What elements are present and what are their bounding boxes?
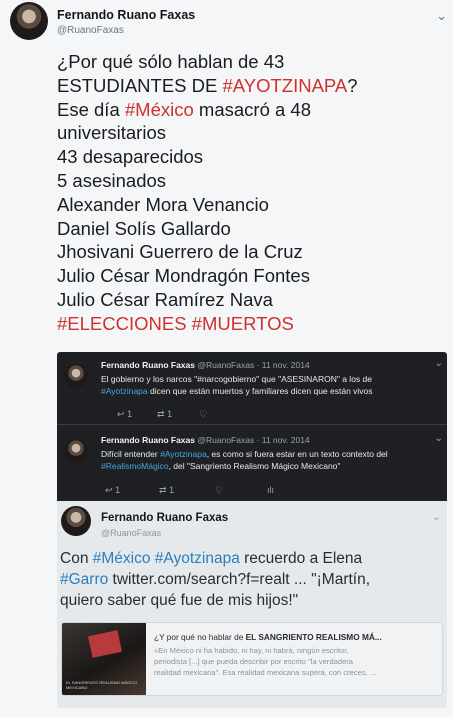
tweet-line: ESTUDIANTES DE #AYOTZINAPA?: [57, 74, 442, 98]
link-card[interactable]: EL SANGRIENTO REALISMO MÁGICO MEXICANO ¿…: [61, 622, 443, 696]
tweet-line: Jhosivani Guerrero de la Cruz: [57, 241, 303, 263]
quoted-avatar: [64, 364, 88, 388]
link-card-title: ¿Y por qué no hablar de EL SANGRIENTO RE…: [154, 632, 382, 642]
author-name[interactable]: Fernando Ruano Faxas: [57, 8, 195, 22]
tweet-line: 43 desaparecidos: [57, 146, 204, 168]
tweet-line: 5 asesinados: [57, 169, 167, 191]
tweet-text-segment: masacró a 48: [193, 98, 312, 120]
quoted-tweet-2: Fernando Ruano Faxas @RuanoFaxas · 11 no…: [57, 424, 447, 501]
quoted-avatar: [64, 439, 88, 463]
retweet-author-name[interactable]: Fernando Ruano Faxas: [101, 512, 228, 524]
quoted-text: El gobierno y los narcos "#narcogobierno…: [101, 374, 373, 396]
chevron-down-icon[interactable]: ⌄: [432, 510, 441, 523]
chevron-down-icon[interactable]: ⌄: [435, 433, 443, 444]
retweet-avatar[interactable]: [61, 506, 91, 536]
attached-screenshot[interactable]: Fernando Ruano Faxas @RuanoFaxas · 11 no…: [57, 352, 447, 708]
reply-icon[interactable]: ↩ 1: [105, 485, 159, 496]
retweet-icon[interactable]: ⇄ 1: [159, 485, 215, 496]
link-card-description: «En México ni ha habido, ni hay, ni habr…: [154, 646, 377, 677]
tweet-text-segment: ESTUDIANTES DE: [57, 74, 223, 96]
hashtag-link[interactable]: #México: [125, 99, 194, 120]
tweet-line: #ELECCIONES #MUERTOS: [57, 312, 442, 336]
quoted-actions: ↩ 1 ⇄ 1 ♡ ılı: [105, 485, 287, 496]
retweet-icon[interactable]: ⇄ 1: [157, 409, 199, 420]
chevron-down-icon[interactable]: ⌄: [436, 8, 447, 24]
like-icon[interactable]: ♡: [215, 485, 267, 496]
quoted-actions: ↩ 1 ⇄ 1 ♡: [117, 409, 229, 420]
quoted-author: Fernando Ruano Faxas @RuanoFaxas · 11 no…: [101, 435, 310, 445]
like-icon[interactable]: ♡: [199, 409, 229, 420]
tweet-line: Daniel Solís Gallardo: [57, 217, 231, 239]
tweet-text-segment: ?: [347, 74, 358, 96]
tweet-line: universitarios: [57, 122, 166, 144]
hashtag-link[interactable]: #ELECCIONES #MUERTOS: [57, 313, 294, 334]
tweet-text: ¿Por qué sólo hablan de 43 ESTUDIANTES DE…: [57, 50, 442, 336]
quoted-text: Difícil entender #Ayotzinapa, es como si…: [101, 449, 388, 471]
retweet-author-handle[interactable]: @RuanoFaxas: [101, 528, 161, 538]
tweet-card[interactable]: Fernando Ruano Faxas @RuanoFaxas ⌄ ¿Por …: [0, 0, 453, 717]
hashtag-link[interactable]: #AYOTZINAPA: [223, 75, 348, 96]
author-avatar[interactable]: [10, 2, 48, 40]
tweet-line: ¿Por qué sólo hablan de 43: [57, 51, 285, 72]
reply-icon[interactable]: ↩ 1: [117, 409, 157, 420]
link-card-image: EL SANGRIENTO REALISMO MÁGICO MEXICANO: [62, 623, 146, 695]
tweet-line: Julio César Mondragón Fontes: [57, 265, 310, 287]
tweet-line: Julio César Ramírez Nava: [57, 288, 273, 310]
author-handle[interactable]: @RuanoFaxas: [57, 25, 124, 36]
chevron-down-icon[interactable]: ⌄: [435, 358, 443, 369]
quoted-author: Fernando Ruano Faxas @RuanoFaxas · 11 no…: [101, 360, 310, 370]
tweet-text-segment: Ese día: [57, 98, 125, 120]
tweet-line: Alexander Mora Venancio: [57, 193, 269, 215]
tweet-line: Ese día #México masacró a 48: [57, 98, 442, 122]
retweet-text: Con #México #Ayotzinapa recuerdo a Elena…: [60, 550, 371, 609]
quoted-tweet-1: Fernando Ruano Faxas @RuanoFaxas · 11 no…: [57, 352, 447, 424]
stats-icon[interactable]: ılı: [267, 485, 287, 496]
